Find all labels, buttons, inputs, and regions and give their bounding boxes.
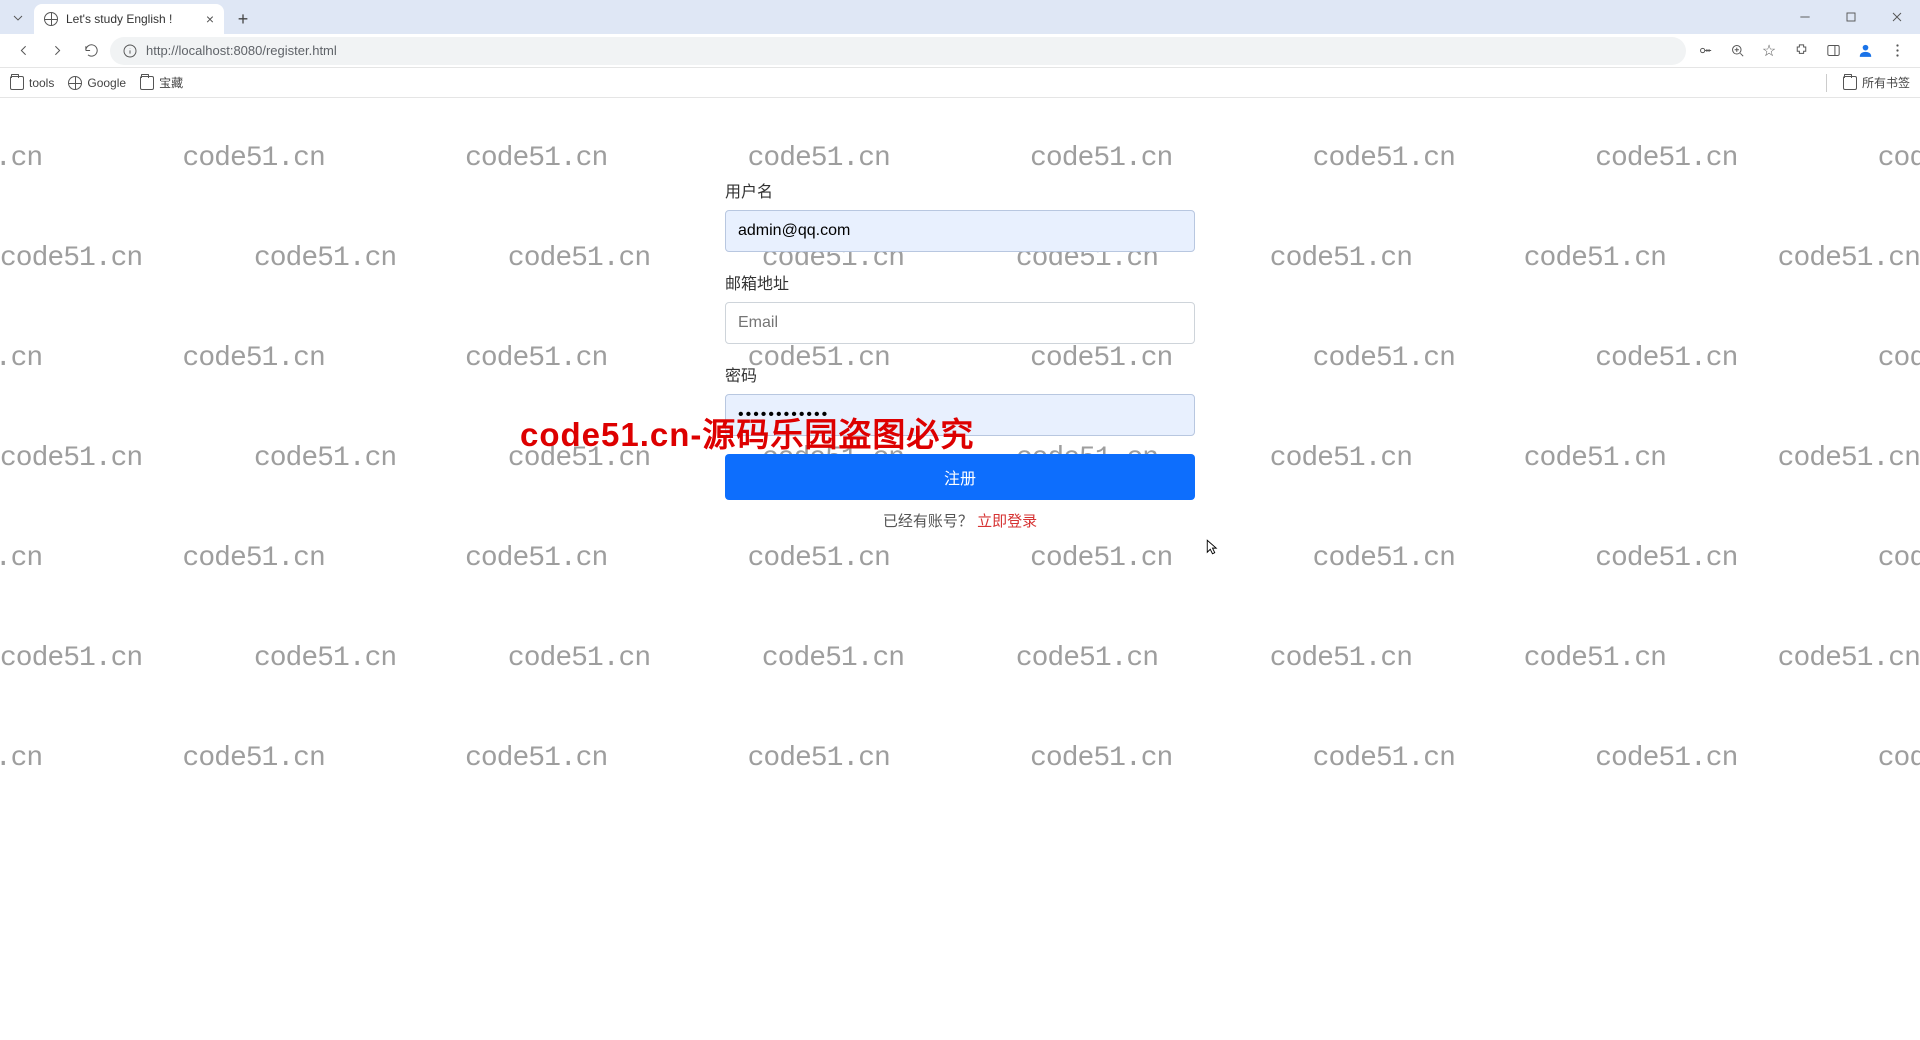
bookmarks-bar: tools Google 宝藏 所有书签 [0,68,1920,98]
folder-icon [140,76,154,90]
new-tab-button[interactable]: + [230,6,256,32]
has-account-text: 已经有账号？ [883,513,973,530]
register-form: 用户名 邮箱地址 密码 注册 已经有账号？ 立即登录 [725,178,1195,531]
register-button[interactable]: 注册 [725,454,1195,500]
login-link[interactable]: 立即登录 [977,513,1037,530]
browser-address-bar: http://localhost:8080/register.html ☆ [0,34,1920,68]
username-field[interactable] [725,210,1195,252]
info-icon [122,43,138,59]
nav-back-button[interactable] [8,36,38,66]
cursor-icon [1202,538,1220,556]
window-minimize-button[interactable] [1782,0,1828,34]
all-bookmarks-label: 所有书签 [1862,74,1910,91]
bookmark-label: tools [29,76,54,90]
globe-icon [44,12,58,26]
window-close-button[interactable] [1874,0,1920,34]
all-bookmarks-button[interactable]: 所有书签 [1843,74,1910,91]
nav-forward-button[interactable] [42,36,72,66]
folder-icon [1843,76,1857,90]
window-maximize-button[interactable] [1828,0,1874,34]
bookmark-site-google[interactable]: Google [68,76,126,90]
close-tab-icon[interactable]: × [206,11,214,27]
email-input[interactable] [738,314,1182,332]
tabs-dropdown-icon[interactable] [8,8,28,28]
bookmark-label: 宝藏 [159,74,183,91]
login-prompt: 已经有账号？ 立即登录 [725,510,1195,531]
bookmark-label: Google [87,76,126,90]
browser-tab-strip: Let's study English ! × + [0,0,1920,34]
bookmark-star-icon[interactable]: ☆ [1754,36,1784,66]
folder-icon [10,76,24,90]
zoom-icon[interactable] [1722,36,1752,66]
page-viewport: code51.cncode51.cncode51.cncode51.cncode… [0,98,1920,1040]
url-text: http://localhost:8080/register.html [146,43,337,58]
globe-icon [68,76,82,90]
username-input[interactable] [738,222,1182,240]
nav-reload-button[interactable] [76,36,106,66]
username-label: 用户名 [725,178,1195,202]
email-label: 邮箱地址 [725,270,1195,294]
chrome-menu-icon[interactable] [1882,36,1912,66]
bookmark-folder-tools[interactable]: tools [10,76,54,90]
extensions-icon[interactable] [1786,36,1816,66]
url-input[interactable]: http://localhost:8080/register.html [110,37,1686,65]
sidepanel-icon[interactable] [1818,36,1848,66]
separator [1826,74,1827,92]
tab-title: Let's study English ! [66,12,172,26]
browser-tab[interactable]: Let's study English ! × [34,4,224,34]
profile-avatar-icon[interactable] [1850,36,1880,66]
watermark-overlay-text: code51.cn-源码乐园盗图必究 [520,408,974,456]
password-label: 密码 [725,362,1195,386]
password-key-icon[interactable] [1690,36,1720,66]
email-field[interactable] [725,302,1195,344]
bookmark-folder-baozang[interactable]: 宝藏 [140,74,183,91]
